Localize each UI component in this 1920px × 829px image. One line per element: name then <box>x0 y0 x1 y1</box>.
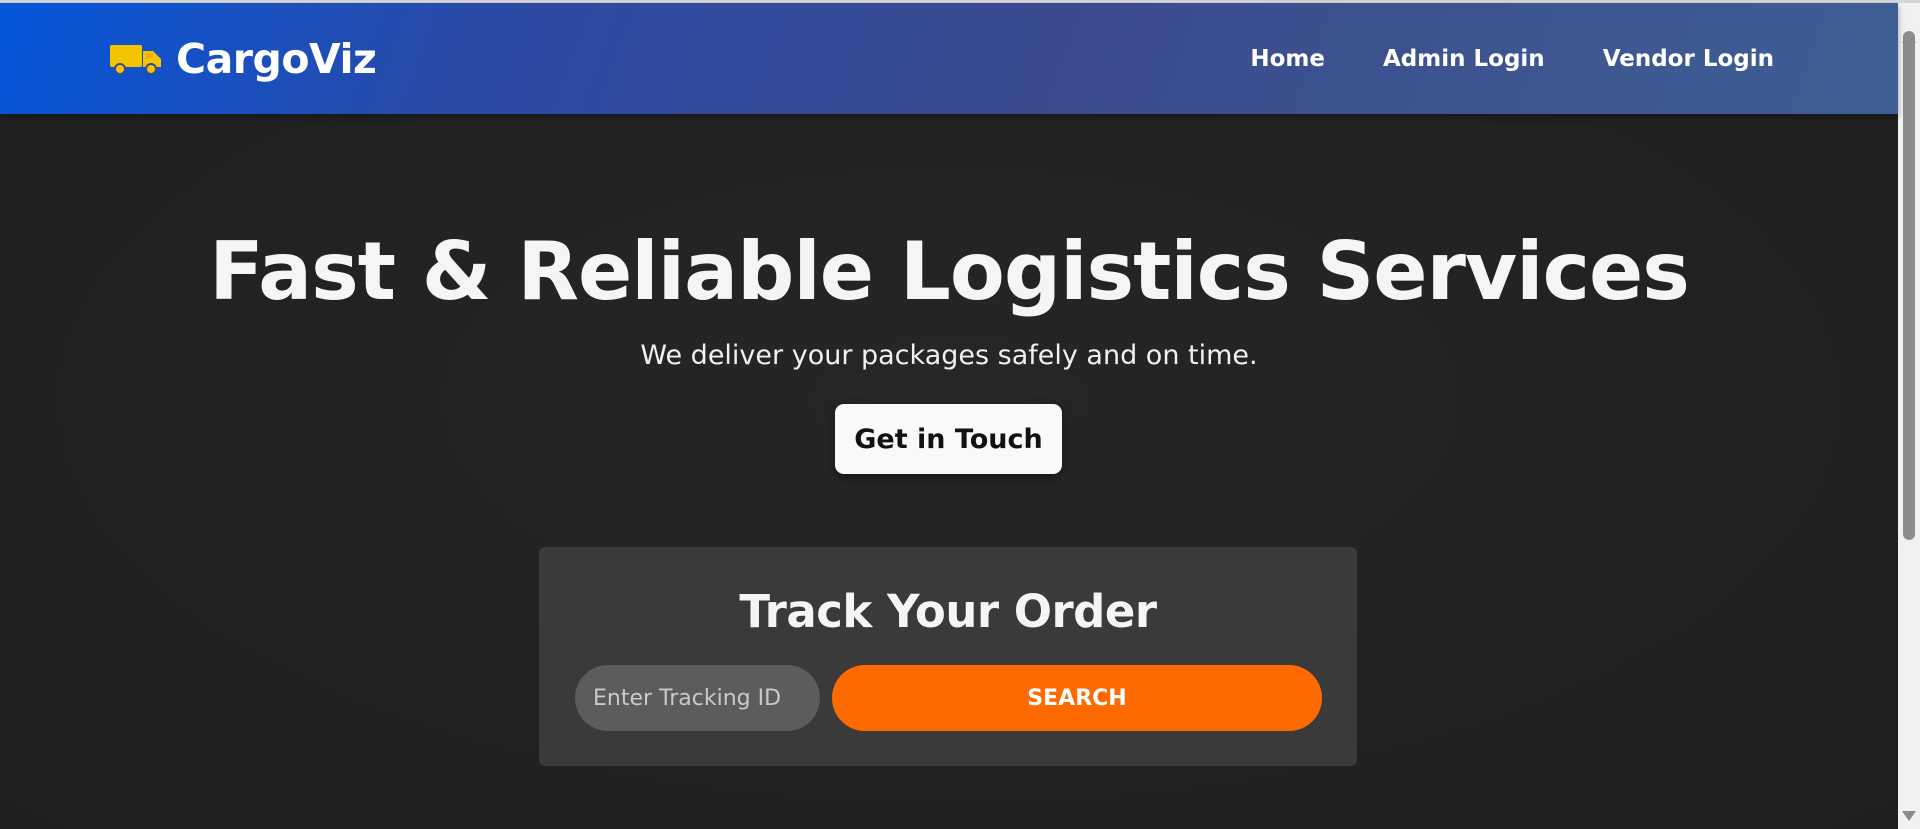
tracking-id-input[interactable] <box>575 665 820 731</box>
nav-links: Home Admin Login Vendor Login <box>1192 3 1774 114</box>
track-order-card: Track Your Order SEARCH <box>539 547 1357 766</box>
nav-home-link[interactable]: Home <box>1250 46 1325 72</box>
nav-vendor-login-link[interactable]: Vendor Login <box>1603 46 1774 72</box>
nav-admin-login-link[interactable]: Admin Login <box>1383 46 1545 72</box>
get-in-touch-button[interactable]: Get in Touch <box>835 404 1062 474</box>
track-order-title: Track Your Order <box>739 585 1157 638</box>
truck-icon <box>110 43 162 75</box>
scroll-down-arrow-icon[interactable] <box>1902 811 1916 821</box>
logo[interactable]: CargoViz <box>110 3 377 114</box>
hero-section: Fast & Reliable Logistics Services We de… <box>0 114 1898 829</box>
page-scrollbar[interactable] <box>1898 3 1920 829</box>
hero-title: Fast & Reliable Logistics Services <box>209 225 1690 318</box>
navbar: CargoViz Home Admin Login Vendor Login <box>0 3 1898 114</box>
hero-subtitle: We deliver your packages safely and on t… <box>640 340 1258 371</box>
search-button[interactable]: SEARCH <box>832 665 1322 731</box>
brand-name: CargoViz <box>176 34 377 83</box>
scrollbar-thumb[interactable] <box>1903 31 1915 540</box>
